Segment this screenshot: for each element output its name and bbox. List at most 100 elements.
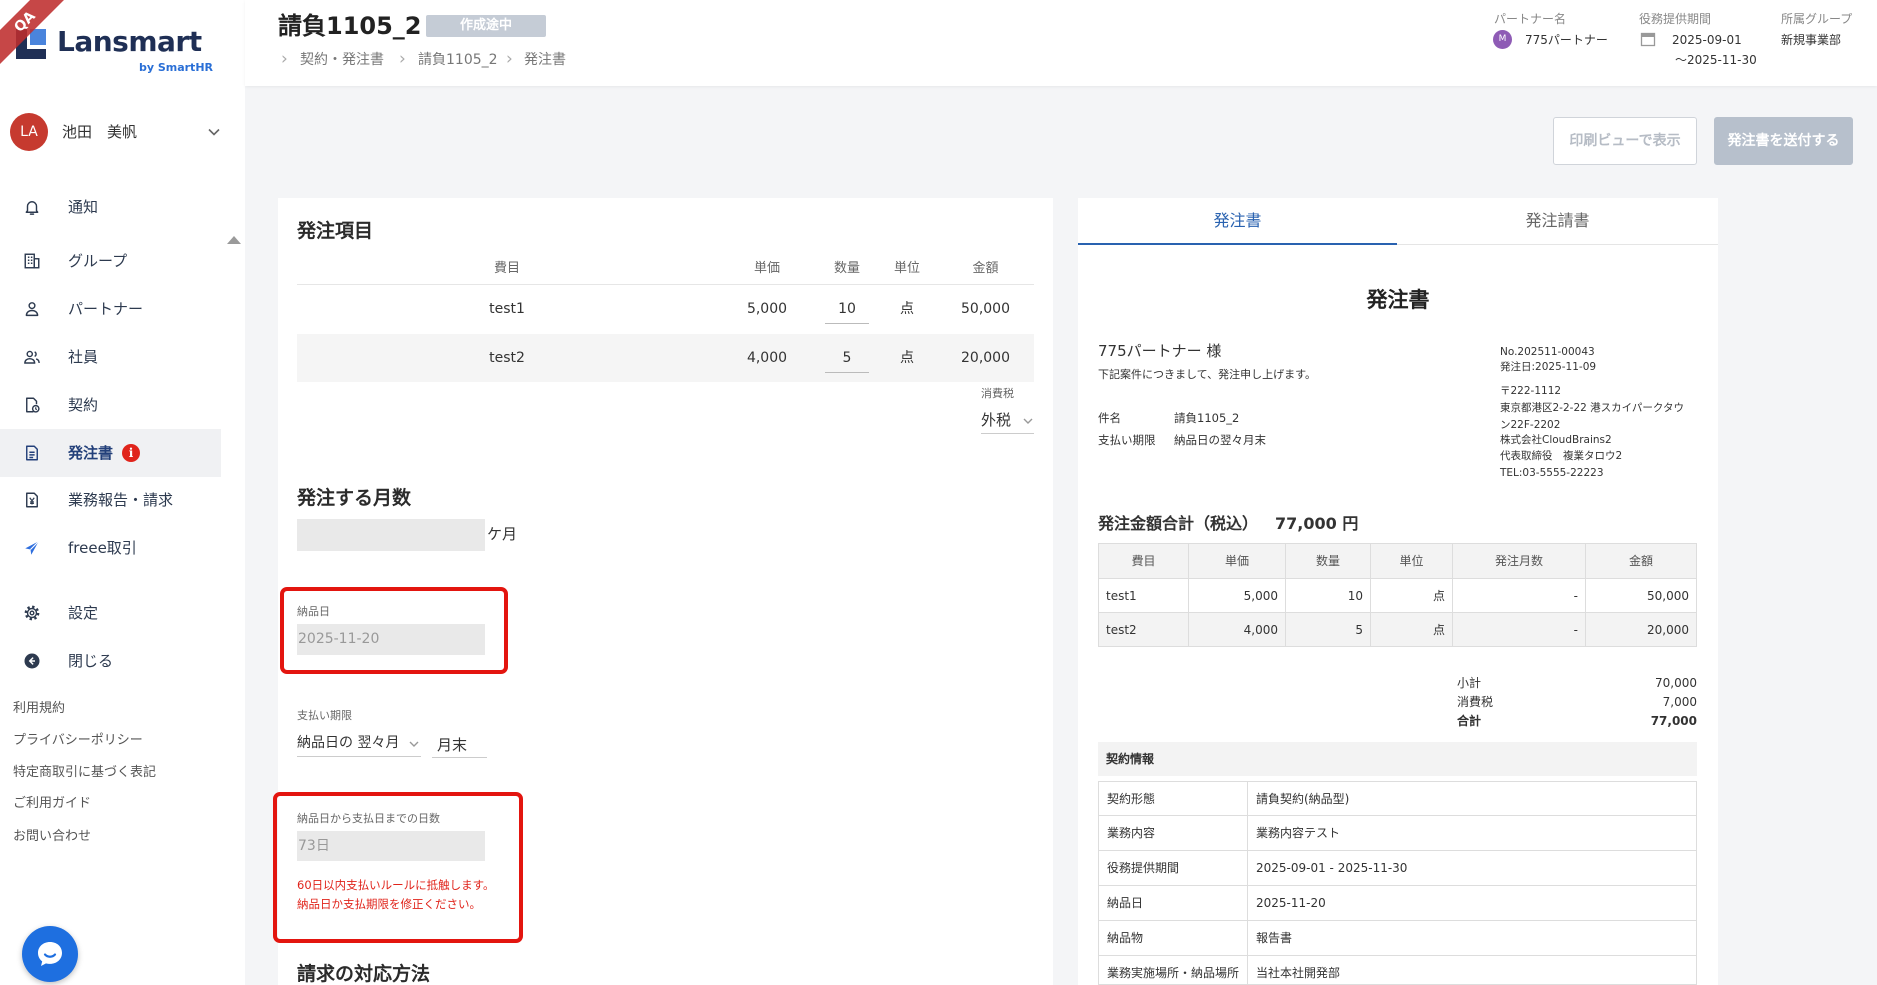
column-header: 費目: [1099, 544, 1189, 579]
total-amount: 77,000 円: [1275, 514, 1359, 533]
table-cell: -: [1453, 579, 1586, 613]
nav-label: 契約: [68, 396, 99, 414]
tax-select[interactable]: 外税: [981, 406, 1034, 434]
user-avatar[interactable]: LA: [10, 113, 48, 151]
grand-total-value: 77,000: [1650, 714, 1697, 728]
nav-item-purchase-orders[interactable]: 発注書 i: [0, 429, 221, 477]
nav-item-collapse[interactable]: 閉じる: [0, 637, 221, 685]
contract-field-value: 当社本社開発部: [1256, 966, 1341, 980]
period-label: 役務提供期間: [1639, 12, 1712, 26]
contract-field-label: 役務提供期間: [1099, 851, 1248, 885]
table-cell: 5: [1286, 613, 1371, 647]
table-cell: 20,000: [1586, 613, 1696, 647]
delivery-date-input[interactable]: 2025-11-20: [297, 624, 485, 655]
tab-order-acceptance[interactable]: 発注請書: [1397, 198, 1718, 245]
logo-text[interactable]: Lansmart: [57, 25, 202, 59]
document-icon: [26, 445, 38, 461]
chevron-right-icon: ›: [506, 49, 513, 69]
table-row: test1 5,000 10 点 50,000: [297, 285, 1034, 334]
delivery-date-label: 納品日: [297, 605, 330, 618]
user-name[interactable]: 池田 美帆: [62, 122, 137, 142]
nav-item-settings[interactable]: 設定: [0, 589, 221, 637]
calendar-icon: [1640, 32, 1656, 47]
breadcrumb-item[interactable]: 契約・発注書: [300, 51, 384, 69]
quantity-input[interactable]: 10: [825, 295, 869, 324]
chat-launcher[interactable]: [22, 926, 78, 982]
subject-label: 件名: [1098, 411, 1121, 425]
table-cell: 50,000: [1586, 579, 1696, 613]
tab-purchase-order[interactable]: 発注書: [1078, 198, 1397, 245]
address-line: 東京都港区2-2-22 港スカイパークタウ: [1500, 402, 1685, 414]
contract-field-value: 2025-09-01 - 2025-11-30: [1256, 861, 1408, 875]
column-header: 数量: [833, 261, 860, 276]
chevron-down-icon[interactable]: [207, 125, 221, 139]
contract-row: 業務実施場所・納品場所 当社本社開発部: [1098, 956, 1697, 985]
months-suffix: ケ月: [487, 525, 518, 543]
scroll-up-arrow[interactable]: [227, 236, 241, 244]
contract-field-label: 納品物: [1099, 921, 1248, 955]
unit: 点: [900, 301, 914, 317]
order-form-card: 発注項目 費目 単価 数量 単位 金額 test1 5,000 10 点 50,…: [273, 198, 1053, 985]
chevron-down-icon: [409, 741, 419, 747]
nav-label: 通知: [68, 198, 99, 216]
document-preview-card: 発注書 発注請書 発注書 775パートナー 様 下記案件につきまして、発注申し上…: [1078, 198, 1718, 985]
representative: 代表取締役 複業タロウ2: [1500, 450, 1623, 462]
commerce-law-link[interactable]: 特定商取引に基づく表記: [13, 765, 156, 781]
payment-day-select[interactable]: 月末: [432, 732, 487, 758]
contract-field-value: 報告書: [1256, 931, 1293, 945]
group-name: 新規事業部: [1781, 33, 1842, 47]
nav-label: グループ: [68, 252, 128, 270]
table-cell: 5,000: [1189, 579, 1286, 613]
print-view-button[interactable]: 印刷ビューで表示: [1553, 117, 1697, 165]
quantity-input[interactable]: 5: [825, 344, 869, 373]
person-icon: [25, 302, 39, 317]
terms-link[interactable]: 利用規約: [13, 701, 65, 717]
payment-due-select[interactable]: 納品日の 翌々月: [297, 729, 421, 757]
item-name: test2: [489, 350, 525, 366]
contract-row: 役務提供期間 2025-09-01 - 2025-11-30: [1098, 851, 1697, 886]
error-message: 納品日か支払期限を修正ください。: [297, 897, 481, 911]
nav-item-partners[interactable]: パートナー: [0, 285, 221, 333]
nav-item-freee[interactable]: freee取引: [0, 524, 221, 572]
column-header: 数量: [1286, 544, 1371, 579]
nav-item-contracts[interactable]: 契約: [0, 381, 221, 429]
partner-name[interactable]: 775パートナー: [1525, 32, 1608, 48]
sidebar: QA Lansmart by SmartHR LA 池田 美帆 通知 グループ …: [0, 0, 245, 985]
breadcrumb-item[interactable]: 請負1105_2: [418, 51, 498, 69]
nav-item-reports-invoices[interactable]: 業務報告・請求: [0, 476, 221, 524]
table-header: 費目 単価 数量 単位 発注月数 金額: [1099, 544, 1696, 579]
months-input[interactable]: [297, 519, 485, 551]
nav-item-employees[interactable]: 社員: [0, 333, 221, 381]
nav-label: freee取引: [68, 539, 137, 557]
amount: 20,000: [961, 350, 1010, 366]
postal-code: 〒222-1112: [1500, 385, 1562, 397]
nav-label: 社員: [68, 348, 99, 366]
column-header: 金額: [972, 261, 999, 276]
send-order-button[interactable]: 発注書を送付する: [1714, 117, 1853, 165]
table-header: 費目 単価 数量 単位 金額: [297, 252, 1034, 285]
nav-item-groups[interactable]: グループ: [0, 237, 221, 285]
contact-link[interactable]: お問い合わせ: [13, 829, 91, 845]
user-guide-link[interactable]: ご利用ガイド: [13, 796, 91, 812]
contract-field-label: 業務内容: [1099, 816, 1248, 850]
privacy-link[interactable]: プライバシーポリシー: [13, 733, 143, 749]
table-row: test2 4,000 5 点 20,000: [297, 334, 1034, 382]
subject-value: 請負1105_2: [1174, 411, 1240, 425]
document-title: 発注書: [1366, 288, 1430, 312]
payment-due-select-value: 納品日の 翌々月: [297, 735, 400, 751]
building-icon: [24, 253, 40, 269]
table-cell: 4,000: [1189, 613, 1286, 647]
subtotal-label: 小計: [1457, 676, 1482, 690]
table-cell: 点: [1371, 579, 1453, 613]
phone: TEL:03-5555-22223: [1500, 467, 1604, 479]
chevron-right-icon: ›: [399, 49, 406, 69]
item-name: test1: [489, 301, 525, 317]
status-badge: 作成途中: [426, 15, 546, 37]
nav-item-notifications[interactable]: 通知: [0, 183, 221, 231]
tax-value: 7,000: [1662, 695, 1697, 709]
section-title-months: 発注する月数: [297, 487, 412, 509]
payment-due-label: 支払い期限: [1098, 433, 1156, 447]
recipient: 775パートナー 様: [1098, 342, 1222, 360]
chat-icon: [38, 942, 62, 966]
contract-icon: [26, 397, 40, 413]
